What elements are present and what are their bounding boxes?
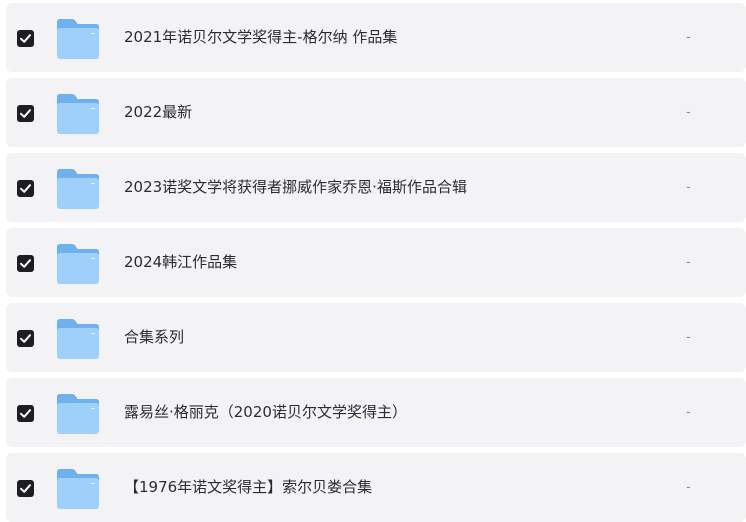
file-name[interactable]: 【1976年诺文奖得主】索尔贝娄合集: [124, 453, 372, 522]
file-row[interactable]: 2023诺奖文学将获得者挪威作家乔恩·福斯作品合辑 -: [6, 153, 746, 222]
folder-icon: [55, 168, 101, 210]
file-name[interactable]: 露易丝·格丽克（2020诺贝尔文学奖得主）: [124, 378, 407, 447]
checkbox-checked-icon[interactable]: [17, 105, 34, 122]
file-size: -: [686, 105, 691, 120]
folder-icon: [55, 243, 101, 285]
checkbox-checked-icon[interactable]: [17, 405, 34, 422]
file-size: -: [686, 30, 691, 45]
checkbox-checked-icon[interactable]: [17, 480, 34, 497]
folder-icon: [55, 393, 101, 435]
checkbox-checked-icon[interactable]: [17, 180, 34, 197]
file-row[interactable]: 2024韩江作品集 -: [6, 228, 746, 297]
checkbox-checked-icon[interactable]: [17, 30, 34, 47]
file-name[interactable]: 2022最新: [124, 78, 192, 147]
checkbox-checked-icon[interactable]: [17, 330, 34, 347]
file-name[interactable]: 合集系列: [124, 303, 184, 372]
checkbox-checked-icon[interactable]: [17, 255, 34, 272]
file-row[interactable]: 2022最新 -: [6, 78, 746, 147]
file-row[interactable]: 露易丝·格丽克（2020诺贝尔文学奖得主） -: [6, 378, 746, 447]
file-size: -: [686, 330, 691, 345]
file-name[interactable]: 2023诺奖文学将获得者挪威作家乔恩·福斯作品合辑: [124, 153, 467, 222]
file-name[interactable]: 2021年诺贝尔文学奖得主-格尔纳 作品集: [124, 3, 397, 72]
file-row[interactable]: 【1976年诺文奖得主】索尔贝娄合集 -: [6, 453, 746, 522]
file-row[interactable]: 合集系列 -: [6, 303, 746, 372]
folder-icon: [55, 93, 101, 135]
file-list: 2021年诺贝尔文学奖得主-格尔纳 作品集 - 2022最新 - 2023诺奖文…: [0, 0, 746, 522]
file-size: -: [686, 255, 691, 270]
file-row[interactable]: 2021年诺贝尔文学奖得主-格尔纳 作品集 -: [6, 3, 746, 72]
folder-icon: [55, 468, 101, 510]
file-size: -: [686, 180, 691, 195]
folder-icon: [55, 318, 101, 360]
folder-icon: [55, 18, 101, 60]
file-size: -: [686, 405, 691, 420]
file-name[interactable]: 2024韩江作品集: [124, 228, 237, 297]
file-size: -: [686, 480, 691, 495]
